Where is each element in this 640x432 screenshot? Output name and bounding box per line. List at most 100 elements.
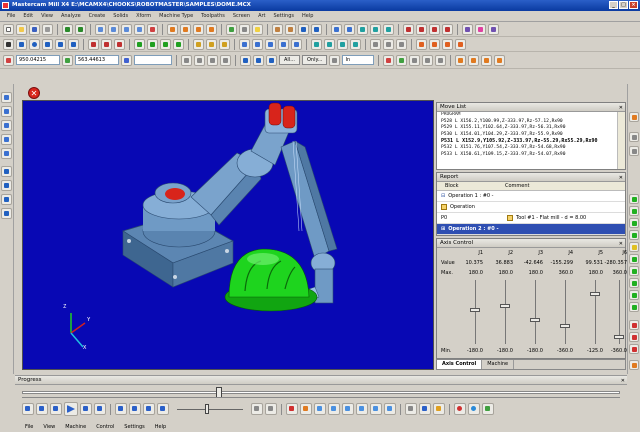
view-cube-6-icon[interactable]	[370, 403, 382, 415]
play-icon[interactable]	[64, 402, 78, 416]
surface-icon[interactable]	[344, 23, 355, 35]
window-select-icon[interactable]	[266, 54, 277, 66]
spline-icon[interactable]	[55, 38, 66, 50]
options-icon[interactable]	[405, 403, 417, 415]
backplot-icon[interactable]	[383, 23, 394, 35]
select-mode-dropdown[interactable]: In	[342, 55, 375, 65]
tab-axis-control[interactable]: Axis Control	[437, 360, 483, 369]
measure-icon[interactable]	[383, 38, 394, 50]
menu-solids[interactable]: Solids	[109, 13, 132, 19]
break-icon[interactable]	[101, 38, 112, 50]
view-manager-icon[interactable]	[1, 180, 12, 191]
recent-functions-icon[interactable]	[1, 194, 12, 205]
sketch-icon[interactable]	[285, 23, 296, 35]
red-tool-2-icon[interactable]	[629, 332, 639, 342]
joint-slider-thumb-j1[interactable]	[470, 308, 480, 313]
green-tool-5-icon[interactable]	[629, 254, 639, 264]
operations-manager-icon[interactable]	[1, 92, 12, 103]
cube-side-icon[interactable]	[193, 23, 204, 35]
menu-view[interactable]: View	[37, 13, 57, 19]
operation-1-row[interactable]: ⊟ Operation 1 : #0 -	[437, 191, 625, 202]
view-cube-1-icon[interactable]	[300, 403, 312, 415]
minimize-icon[interactable]: _	[609, 1, 618, 9]
view-cube-2-icon[interactable]	[314, 403, 326, 415]
red-tool-3-icon[interactable]	[629, 344, 639, 354]
rewind-icon[interactable]	[36, 403, 48, 415]
circle-icon[interactable]	[29, 38, 40, 50]
revolve-icon[interactable]	[252, 38, 263, 50]
coord-z-field[interactable]	[134, 55, 172, 65]
group-icon[interactable]	[422, 54, 434, 66]
cut-icon[interactable]	[403, 23, 414, 35]
fast-forward-icon[interactable]	[129, 403, 141, 415]
result-icon[interactable]	[435, 54, 447, 66]
calibrate-icon[interactable]	[442, 38, 453, 50]
layer-icon[interactable]	[462, 23, 473, 35]
plane-icon[interactable]	[181, 54, 192, 66]
joint-slider-thumb-j6[interactable]	[614, 334, 624, 339]
green-tool-3-icon[interactable]	[629, 218, 639, 228]
hand-icon[interactable]	[433, 403, 445, 415]
point-icon[interactable]	[3, 38, 14, 50]
zoom-in-icon[interactable]	[121, 23, 132, 35]
end-selection-icon[interactable]	[396, 54, 408, 66]
tab-machine[interactable]: Machine	[482, 360, 515, 369]
joint-slider-thumb-j2[interactable]	[500, 303, 510, 308]
redo-icon[interactable]	[75, 23, 86, 35]
wireframe-icon[interactable]	[239, 23, 250, 35]
view-cube-7-icon[interactable]	[384, 403, 396, 415]
operation-label-row[interactable]: Operation	[437, 202, 625, 213]
select-only-button[interactable]: Only...	[301, 55, 328, 65]
cursor-icon[interactable]	[419, 403, 431, 415]
line-icon[interactable]	[298, 23, 309, 35]
translate-icon[interactable]	[134, 38, 145, 50]
joint-slider-thumb-j5[interactable]	[590, 292, 600, 297]
contour-icon[interactable]	[311, 38, 322, 50]
facing-icon[interactable]	[350, 38, 361, 50]
progress-close-icon[interactable]: ✕	[621, 377, 625, 386]
menu-machine-type[interactable]: Machine Type	[155, 13, 197, 19]
open-file-icon[interactable]	[16, 23, 27, 35]
zoom-out-icon[interactable]	[134, 23, 145, 35]
rectangle-icon[interactable]	[68, 38, 79, 50]
move-line[interactable]: P533 L X150.61,Y109.15,Z-333.97,Rz-54.07…	[437, 152, 625, 159]
globe-icon[interactable]	[468, 403, 480, 415]
solid-icon[interactable]	[331, 23, 342, 35]
sim-menu-control[interactable]: Control	[96, 424, 114, 430]
sim-menu-view[interactable]: View	[43, 424, 55, 430]
yellow-tool-icon[interactable]	[629, 242, 639, 252]
speed-slider[interactable]	[177, 404, 243, 414]
menu-screen[interactable]: Screen	[229, 13, 254, 19]
autocursor-icon[interactable]	[220, 54, 231, 66]
drill-icon[interactable]	[337, 38, 348, 50]
green-tool-6-icon[interactable]	[629, 266, 639, 276]
cube-front-icon[interactable]	[180, 23, 191, 35]
gview-icon[interactable]	[455, 54, 467, 66]
step-forward-icon[interactable]	[115, 403, 127, 415]
move-list-lines[interactable]: P528 L X156.2,Y100.99,Z-333.97,Rz-57.12,…	[437, 119, 625, 159]
cube-iso-icon[interactable]	[206, 23, 217, 35]
collision-icon[interactable]	[265, 403, 277, 415]
green-tool-4-icon[interactable]	[629, 230, 639, 240]
move-line[interactable]: P532 L X151.76,Y107.54,Z-333.97,Rz-54.68…	[437, 145, 625, 152]
sim-menu-settings[interactable]: Settings	[124, 424, 145, 430]
pocket-icon[interactable]	[324, 38, 335, 50]
solids-tab-icon[interactable]	[1, 120, 12, 131]
scale-icon[interactable]	[173, 38, 184, 50]
mirror-icon[interactable]	[160, 38, 171, 50]
cplane-icon[interactable]	[468, 54, 480, 66]
pause-icon[interactable]	[80, 403, 92, 415]
green-tool-9-icon[interactable]	[629, 302, 639, 312]
sim-menu-help[interactable]: Help	[155, 424, 166, 430]
dimension-icon[interactable]	[193, 38, 204, 50]
menu-file[interactable]: File	[3, 13, 19, 19]
select-icon[interactable]	[240, 54, 251, 66]
copy-icon[interactable]	[416, 23, 427, 35]
save-icon[interactable]	[29, 23, 40, 35]
menu-toolpaths[interactable]: Toolpaths	[197, 13, 229, 19]
menu-xform[interactable]: Xform	[132, 13, 155, 19]
statistics-icon[interactable]	[396, 38, 407, 50]
operation-2-row[interactable]: ⊞ Operation 2 : #0 -	[437, 224, 625, 235]
loft-icon[interactable]	[278, 38, 289, 50]
sweep-icon[interactable]	[265, 38, 276, 50]
